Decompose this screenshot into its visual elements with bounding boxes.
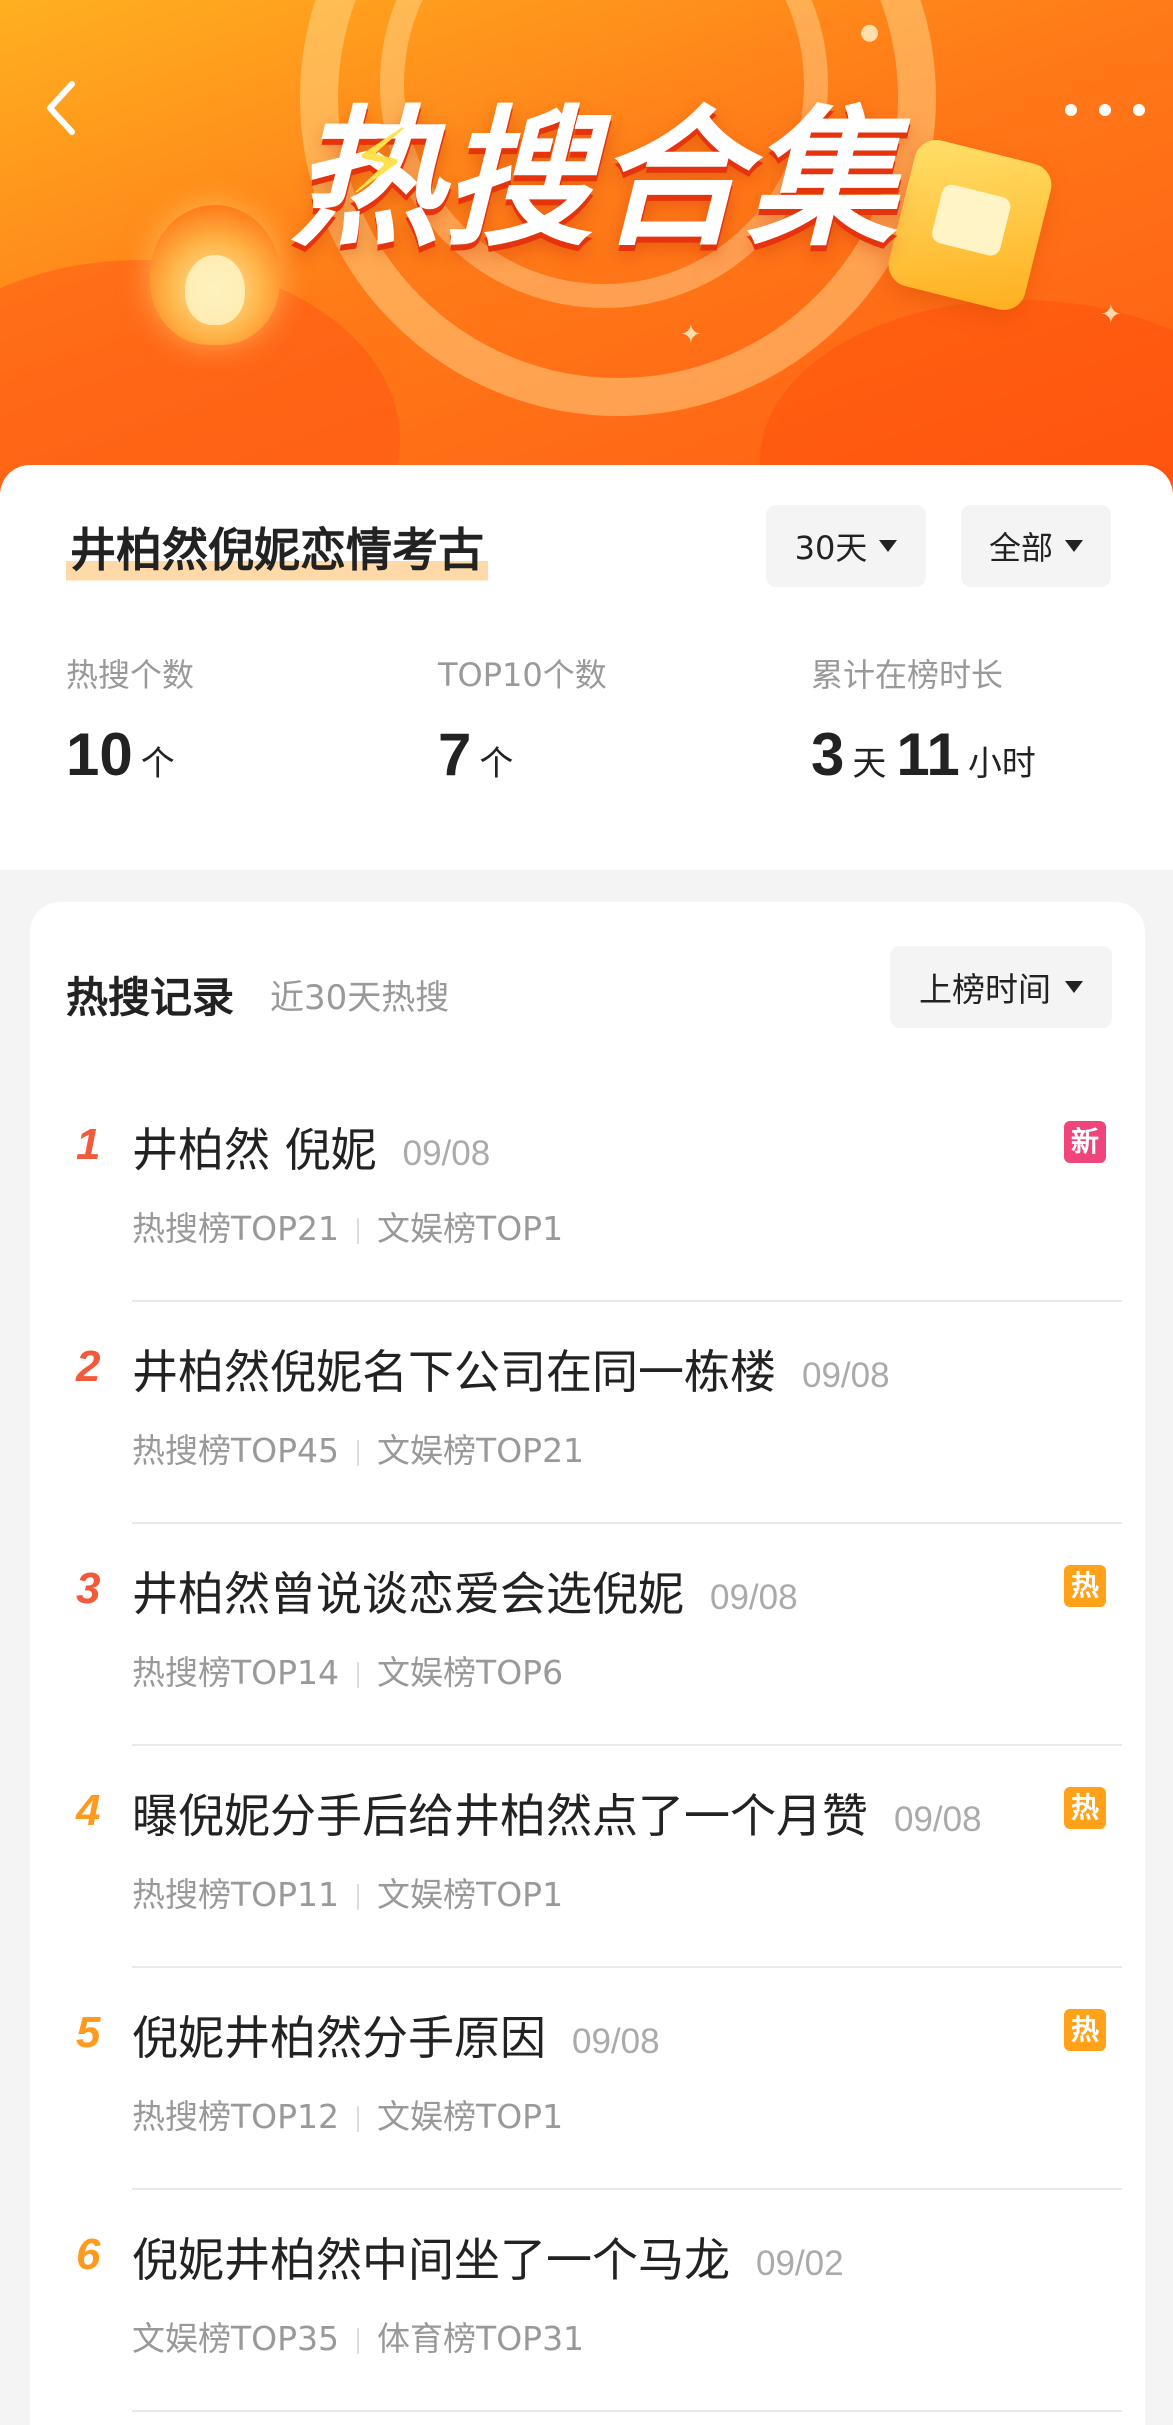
sparkle-icon: ● (860, 20, 880, 45)
tag-separator (357, 1883, 360, 1910)
rank-tag: 热搜榜TOP21 (132, 1209, 340, 1248)
hot-search-date: 09/02 (756, 2243, 844, 2283)
status-badge: 热 (1064, 1787, 1106, 1829)
hot-search-title-row: 井柏然 倪妮 09/08 (132, 1114, 490, 1180)
rank-tag: 文娱榜TOP1 (377, 1875, 564, 1914)
rank-tag: 热搜榜TOP11 (132, 1875, 340, 1914)
rank-tag: 热搜榜TOP14 (132, 1653, 340, 1692)
duration-hours-value: 11 (896, 721, 960, 788)
sparkle-icon: ✦ (1100, 300, 1122, 330)
hot-search-title-row: 倪妮井柏然中间坐了一个马龙 09/02 (132, 2224, 844, 2290)
list-item[interactable]: 4 曝倪妮分手后给井柏然点了一个月赞 09/08 热搜榜TOP11 文娱榜TOP1 热 (30, 1746, 1145, 1968)
hot-count-stat: 10 个 (66, 720, 185, 789)
rank-tags: 热搜榜TOP11 文娱榜TOP1 (132, 1868, 563, 1916)
rank-tags: 文娱榜TOP35 体育榜TOP31 (132, 2312, 584, 2360)
rank-tag: 文娱榜TOP6 (377, 1653, 564, 1692)
sparkle-icon: ✦ (680, 320, 702, 350)
hot-search-title: 倪妮井柏然中间坐了一个马龙 (132, 2233, 730, 2287)
rank-number: 1 (76, 1120, 101, 1169)
more-dots-icon (1099, 104, 1111, 116)
top10-count-stat: 7个 (438, 720, 523, 789)
hot-search-title: 曝倪妮分手后给井柏然点了一个月赞 (132, 1789, 868, 1843)
hot-count-unit: 个 (140, 745, 175, 783)
rank-tags: 热搜榜TOP45 文娱榜TOP21 (132, 1424, 584, 1472)
list-item[interactable]: 3 井柏然曾说谈恋爱会选倪妮 09/08 热搜榜TOP14 文娱榜TOP6 热 (30, 1524, 1145, 1746)
sort-dropdown[interactable]: 上榜时间 (890, 946, 1112, 1028)
hot-count-label: 热搜个数 (66, 656, 195, 694)
records-subtitle: 近30天热搜 (270, 978, 450, 1018)
topic-title: 井柏然倪妮恋情考古 (66, 505, 488, 595)
hot-search-records-card: 热搜记录 近30天热搜 上榜时间 1 井柏然 倪妮 09/08 热搜榜TOP21 文娱榜… (30, 902, 1145, 2425)
hot-search-title: 井柏然 倪妮 (132, 1123, 377, 1177)
list-item[interactable]: 2 井柏然倪妮名下公司在同一栋楼 09/08 热搜榜TOP45 文娱榜TOP21 (30, 1302, 1145, 1524)
more-dots-icon (1133, 104, 1145, 116)
rank-tag: 体育榜TOP31 (377, 2319, 585, 2358)
hot-search-date: 09/08 (402, 1133, 491, 1173)
hot-search-title-row: 曝倪妮分手后给井柏然点了一个月赞 09/08 (132, 1780, 982, 1846)
hot-search-title-row: 井柏然倪妮名下公司在同一栋楼 09/08 (132, 1336, 890, 1402)
status-badge: 热 (1064, 2009, 1106, 2051)
rank-tag: 文娱榜TOP21 (377, 1431, 585, 1470)
rank-number: 3 (76, 1564, 101, 1613)
rank-number: 2 (76, 1342, 101, 1391)
tag-separator (357, 1661, 360, 1688)
list-item[interactable]: 1 井柏然 倪妮 09/08 热搜榜TOP21 文娱榜TOP1 新 (30, 1080, 1145, 1302)
duration-hours-unit: 小时 (967, 745, 1036, 783)
rank-number: 6 (76, 2230, 101, 2279)
top10-count-value: 7 (438, 721, 472, 788)
records-title: 热搜记录 (66, 973, 235, 1022)
duration-stat: 3 天 11 小时 (811, 720, 1046, 789)
hot-search-date: 09/08 (894, 1799, 982, 1839)
rank-tag: 热搜榜TOP45 (132, 1431, 340, 1470)
flame-core (185, 255, 245, 325)
rank-number: 4 (76, 1786, 101, 1835)
hot-search-title-row: 倪妮井柏然分手原因 09/08 (132, 2002, 660, 2068)
list-item[interactable]: 6 倪妮井柏然中间坐了一个马龙 09/02 文娱榜TOP35 体育榜TOP31 (30, 2190, 1145, 2412)
divider (132, 2410, 1122, 2412)
banner: ✦ ✦ ✦ ● 热搜合集 ⚡ (0, 0, 1173, 520)
status-badge: 热 (1064, 1565, 1106, 1607)
rank-tag: 文娱榜TOP1 (377, 1209, 564, 1248)
chevron-left-icon (47, 81, 75, 135)
hot-search-date: 09/08 (710, 1577, 798, 1617)
topic-summary-card: 井柏然倪妮恋情考古 30天 全部 热搜个数 TOP10个数 累计在榜时长 10 个… (0, 465, 1173, 870)
rank-tag: 热搜榜TOP12 (132, 2097, 340, 2136)
hot-count-value: 10 (66, 721, 133, 788)
top10-count-unit: 个 (479, 745, 514, 783)
rank-tag: 文娱榜TOP1 (377, 2097, 564, 2136)
rank-tag: 文娱榜TOP35 (132, 2319, 340, 2358)
lightning-icon: ⚡ (348, 110, 412, 215)
more-button[interactable] (1065, 90, 1145, 130)
days-filter-dropdown[interactable]: 30天 (766, 505, 926, 587)
duration-label: 累计在榜时长 (811, 656, 1004, 694)
type-filter-dropdown[interactable]: 全部 (961, 505, 1111, 587)
tag-separator (357, 1439, 360, 1466)
list-item[interactable]: 5 倪妮井柏然分手原因 09/08 热搜榜TOP12 文娱榜TOP1 热 (30, 1968, 1145, 2190)
hot-search-title: 井柏然倪妮名下公司在同一栋楼 (132, 1345, 776, 1399)
days-filter-label: 30天 (794, 529, 868, 567)
duration-days-unit: 天 (852, 745, 887, 783)
tag-separator (357, 2327, 360, 2354)
more-dots-icon (1065, 104, 1077, 116)
tag-separator (357, 1217, 360, 1244)
caret-down-icon (879, 540, 898, 552)
status-badge: 新 (1064, 1121, 1106, 1163)
tag-separator (357, 2105, 360, 2132)
top10-count-label: TOP10个数 (438, 656, 607, 694)
hot-search-title-row: 井柏然曾说谈恋爱会选倪妮 09/08 (132, 1558, 798, 1624)
caret-down-icon (1065, 540, 1083, 552)
back-button[interactable] (32, 78, 92, 138)
hot-search-title: 倪妮井柏然分手原因 (132, 2011, 546, 2065)
rank-tags: 热搜榜TOP21 文娱榜TOP1 (132, 1202, 563, 1250)
hot-search-date: 09/08 (572, 2021, 660, 2061)
sort-label: 上榜时间 (919, 970, 1051, 1009)
caret-down-icon (1065, 981, 1083, 993)
rank-tags: 热搜榜TOP14 文娱榜TOP6 (132, 1646, 563, 1694)
type-filter-label: 全部 (988, 529, 1053, 567)
hot-search-title: 井柏然曾说谈恋爱会选倪妮 (132, 1567, 684, 1621)
duration-days-value: 3 (811, 721, 845, 788)
hot-search-date: 09/08 (802, 1355, 890, 1395)
rank-tags: 热搜榜TOP12 文娱榜TOP1 (132, 2090, 563, 2138)
rank-number: 5 (76, 2008, 101, 2057)
